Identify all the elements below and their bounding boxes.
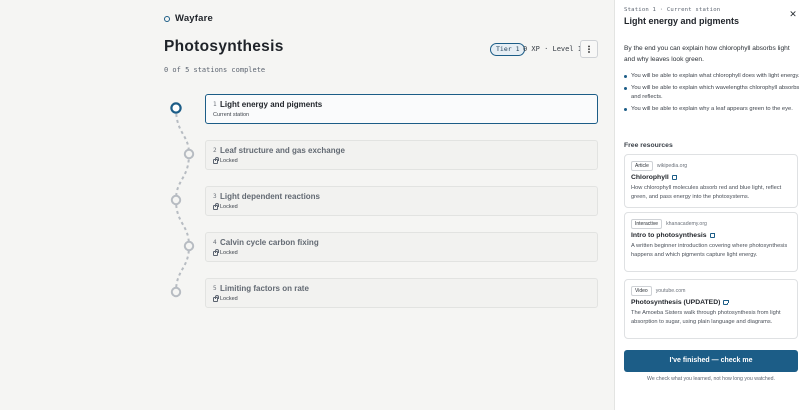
outcome-item: You will be able to explain why a leaf a… [624,105,800,114]
station-title: Light dependent reactions [220,192,321,201]
resource-meta: Video youtube.com [631,286,685,296]
outcome-item: You will be able to explain which wavele… [624,84,800,102]
resource-type-tag: Article [631,161,653,171]
tier-badge: Tier 1 [490,43,526,56]
station-title: Leaf structure and gas exchange [220,146,345,155]
station-number: 1 [213,101,217,108]
brand-name: Wayfare [175,13,214,24]
resource-card-1[interactable]: Article wikipedia.org Chlorophyll How ch… [624,154,798,208]
station-title: Calvin cycle carbon fixing [220,238,319,247]
external-link-icon [671,174,678,180]
station-node-3[interactable] [170,194,182,206]
lock-icon [213,157,219,164]
brand-logo-icon [164,15,170,22]
resource-card-2[interactable]: Interactive khanacademy.org Intro to pho… [624,212,798,272]
resource-link[interactable]: Photosynthesis (UPDATED) [631,299,729,306]
progress-text: 0 of 5 stations complete [164,66,266,74]
station-status: Locked [213,249,238,256]
lock-icon [213,203,219,210]
station-status-label: Locked [220,296,238,302]
station-node-1[interactable] [170,102,182,114]
resource-link[interactable]: Intro to photosynthesis [631,232,716,239]
resource-type-tag: Video [631,286,652,296]
station-status-label: Locked [220,250,238,256]
resource-description: A written beginner introduction covering… [631,243,788,258]
station-title: Limiting factors on rate [220,284,309,293]
station-card-3[interactable]: 3 Light dependent reactions Locked [205,186,598,216]
outcome-item: You will be able to explain what chlorop… [624,72,800,81]
resource-type-tag: Interactive [631,219,663,229]
resource-host: khanacademy.org [666,221,707,227]
station-status: Locked [213,157,238,164]
station-node-2[interactable] [183,148,195,160]
resource-meta: Article wikipedia.org [631,161,687,171]
station-card-5[interactable]: 5 Limiting factors on rate Locked [205,278,598,308]
resource-link[interactable]: Chlorophyll [631,174,678,181]
more-options-button[interactable] [580,40,598,58]
resource-host: youtube.com [655,288,686,294]
lock-icon [213,249,219,256]
station-number: 5 [213,285,217,292]
station-title: Light energy and pigments [220,100,323,109]
xp-level-text: 0 XP · Level 1 [523,45,583,53]
panel-eyebrow: Station 1 · Current station [624,7,721,13]
resource-description: How chlorophyll molecules absorb red and… [631,185,782,200]
external-link-icon [723,299,729,305]
resource-title: Chlorophyll [631,174,669,181]
learning-outcomes: You will be able to explain what chlorop… [624,72,800,117]
finish-note: We check what you learned, not how long … [647,376,775,382]
station-status: Locked [213,295,238,302]
resource-meta: Interactive khanacademy.org [631,219,707,229]
station-status: Current station [213,112,249,118]
finish-check-button[interactable]: I've finished — check me [624,350,798,372]
resource-title: Intro to photosynthesis [631,232,707,239]
station-number: 3 [213,193,217,200]
resource-host: wikipedia.org [656,163,688,169]
close-panel-button[interactable]: ✕ [787,8,799,20]
station-node-4[interactable] [183,240,195,252]
panel-intro: By the end you can explain how chlorophy… [624,45,790,63]
page-title: Photosynthesis [164,38,284,55]
resource-card-3[interactable]: Video youtube.com Photosynthesis (UPDATE… [624,279,798,339]
resources-heading: Free resources [624,142,673,149]
station-number: 4 [213,239,217,246]
station-status: Locked [213,203,238,210]
panel-title: Light energy and pigments [624,16,740,26]
station-status-label: Current station [213,112,250,118]
resource-title: Photosynthesis (UPDATED) [631,299,721,306]
station-number: 2 [213,147,217,154]
close-icon: ✕ [789,9,797,19]
station-card-1[interactable]: 1 Light energy and pigments Current stat… [205,94,598,124]
vertical-dots-icon [588,45,590,53]
station-path [170,102,195,298]
station-card-4[interactable]: 4 Calvin cycle carbon fixing Locked [205,232,598,262]
station-detail-panel: Station 1 · Current station Light energy… [614,0,806,410]
station-card-2[interactable]: 2 Leaf structure and gas exchange Locked [205,140,598,170]
station-node-5[interactable] [170,286,182,298]
brand[interactable]: Wayfare [164,13,213,24]
external-link-icon [709,232,716,238]
station-status-label: Locked [220,158,238,164]
main-area: Wayfare Photosynthesis 0 of 5 stations c… [0,0,614,410]
resource-description: The Amoeba Sisters walk through photosyn… [631,310,781,325]
lock-icon [213,295,219,302]
station-status-label: Locked [220,204,238,210]
